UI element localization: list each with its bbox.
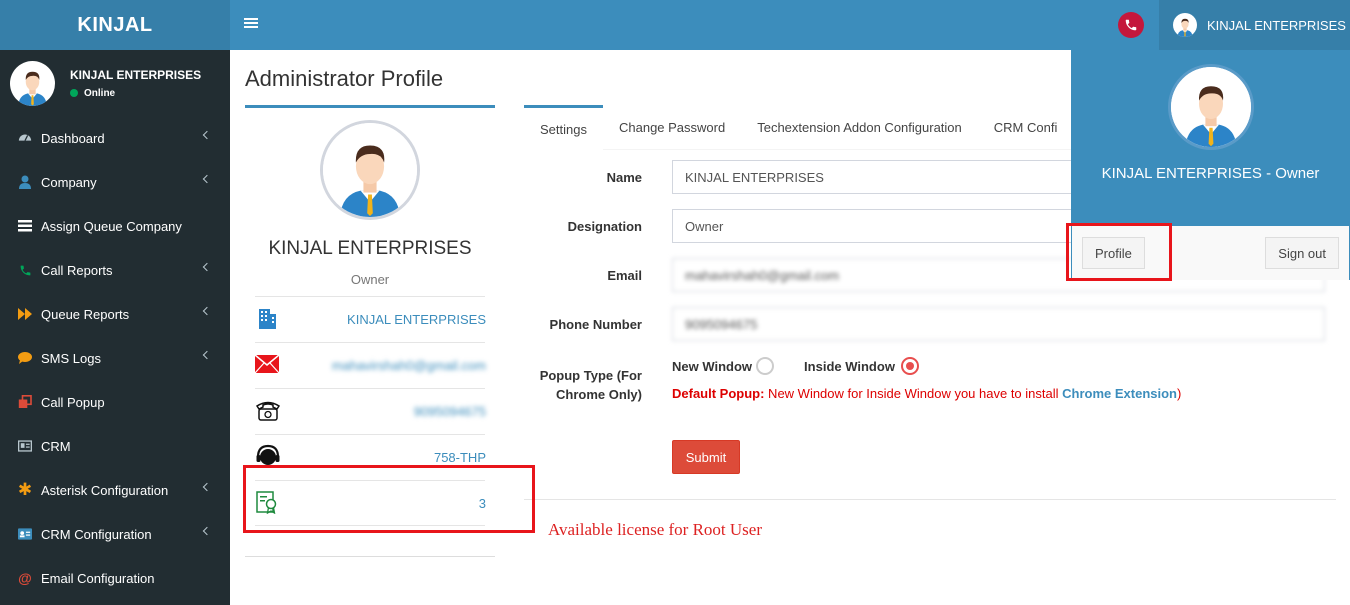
profile-company: KINJAL ENTERPRISES [347, 312, 486, 327]
inside-window-radio[interactable] [900, 357, 919, 375]
note-text: New Window for Inside Window you have to… [764, 386, 1063, 401]
profile-email-row: mahavirshah0@gmail.com [254, 342, 486, 388]
popup-type-radio-group: New Window Inside Window [672, 357, 919, 375]
dropdown-user-name: KINJAL ENTERPRISES - Owner [1101, 165, 1320, 182]
profile-highlight-box [1066, 223, 1172, 281]
sidebar-item-crm-configuration[interactable]: CRM Configuration [0, 512, 230, 556]
tab-techextension-addon-configuration[interactable]: Techextension Addon Configuration [741, 105, 978, 150]
status-label: Online [84, 87, 116, 99]
phone-label: Phone Number [549, 317, 642, 332]
profile-phone-row: 9095094675 [255, 388, 486, 434]
sidebar-item-call-popup[interactable]: Call Popup [0, 380, 230, 424]
app-logo[interactable]: KINJAL [0, 0, 230, 50]
sidebar-user-panel: KINJAL ENTERPRISES Online [0, 50, 230, 116]
new-window-radio[interactable] [756, 357, 775, 375]
sidebar-item-company[interactable]: Company [0, 160, 230, 204]
tab-settings[interactable]: Settings [524, 105, 603, 150]
tab-crm-configuration[interactable]: CRM Confi [978, 105, 1074, 150]
default-popup-note: Default Popup: New Window for Inside Win… [672, 386, 1181, 401]
profile-extension: 758-THP [433, 450, 486, 465]
sidebar-item-label: Queue Reports [41, 306, 130, 322]
sidebar-item-call-reports[interactable]: Call Reports [0, 248, 230, 292]
avatar [320, 120, 420, 220]
building-icon [255, 306, 279, 333]
chevron-left-icon [202, 482, 212, 492]
sidebar-item-label: SMS Logs [41, 350, 101, 366]
profile-role: Owner [350, 272, 390, 287]
phone-icon [18, 263, 32, 277]
address-card-icon [18, 527, 32, 541]
tab-change-password[interactable]: Change Password [603, 105, 741, 150]
user-menu-toggle[interactable]: KINJAL ENTERPRISES [1159, 0, 1350, 50]
sidebar-item-label: CRM Configuration [41, 526, 152, 542]
license-highlight-box [243, 465, 535, 533]
sidebar-item-dashboard[interactable]: Dashboard [0, 116, 230, 160]
sidebar-item-email-configuration[interactable]: @ Email Configuration [0, 556, 230, 600]
popup-type-label: Popup Type (For Chrome Only) [524, 366, 642, 404]
comment-icon [18, 351, 32, 365]
phone-icon[interactable] [1118, 12, 1144, 38]
sidebar-item-label: Email Configuration [41, 570, 155, 586]
chevron-left-icon [202, 130, 212, 140]
sidebar-item-label: Company [41, 174, 97, 190]
sidebar-item-label: Dashboard [41, 130, 105, 146]
inside-window-label: Inside Window [804, 358, 895, 374]
list-icon [18, 219, 32, 233]
email-label: Email [607, 268, 642, 283]
sidebar-item-asterisk-configuration[interactable]: ✱ Asterisk Configuration [0, 468, 230, 512]
chevron-left-icon [202, 306, 212, 316]
envelope-icon [254, 354, 280, 376]
fast-forward-icon [18, 307, 32, 321]
avatar [1173, 13, 1197, 37]
sidebar-item-crm[interactable]: CRM [0, 424, 230, 468]
chevron-left-icon [202, 526, 212, 536]
at-icon: @ [18, 570, 32, 586]
sidebar-item-label: Call Reports [41, 262, 113, 278]
note-prefix: Default Popup: [672, 386, 765, 401]
submit-button[interactable]: Submit [672, 440, 740, 474]
profile-email: mahavirshah0@gmail.com [331, 358, 486, 373]
profile-phone: 9095094675 [413, 404, 486, 419]
avatar [1168, 64, 1254, 150]
online-status: Online [70, 88, 201, 99]
chevron-left-icon [202, 350, 212, 360]
user-menu-name: KINJAL ENTERPRISES [1207, 17, 1346, 33]
chevron-left-icon [202, 174, 212, 184]
page-title: Administrator Profile [245, 66, 444, 91]
sidebar-item-assign-queue-company[interactable]: Assign Queue Company [0, 204, 230, 248]
popup-type-label-line2: Chrome Only) [556, 387, 642, 402]
sidebar-item-label: Call Popup [41, 394, 105, 410]
user-icon [18, 175, 32, 189]
name-label: Name [606, 170, 642, 185]
sidebar-item-label: Asterisk Configuration [41, 482, 169, 498]
sidebar-item-label: Assign Queue Company [41, 218, 182, 234]
phone-field[interactable] [672, 307, 1325, 341]
profile-company-row: KINJAL ENTERPRISES [255, 296, 486, 342]
dashboard-icon [18, 131, 32, 145]
sign-out-button[interactable]: Sign out [1265, 237, 1339, 269]
avatar [10, 61, 55, 106]
note-suffix: ) [1176, 386, 1182, 401]
sidebar-item-label: CRM [41, 438, 71, 454]
license-annotation: Available license for Root User [548, 520, 763, 539]
designation-label: Designation [567, 219, 642, 234]
sidebar-user-name: KINJAL ENTERPRISES [70, 67, 202, 82]
new-window-label: New Window [672, 358, 753, 374]
online-dot-icon [70, 89, 78, 97]
popup-type-label-line1: Popup Type (For [539, 368, 642, 383]
sidebar-item-queue-reports[interactable]: Queue Reports [0, 292, 230, 336]
chevron-left-icon [202, 262, 212, 272]
popup-icon [18, 395, 32, 409]
asterisk-icon: ✱ [17, 480, 33, 499]
profile-name: KINJAL ENTERPRISES [268, 238, 472, 259]
top-navbar: KINJAL ENTERPRISES [230, 0, 1350, 50]
sidebar: KINJAL ENTERPRISES Online Dashboard Comp… [0, 50, 230, 605]
id-card-icon [18, 439, 32, 453]
chrome-extension-link[interactable]: Chrome Extension [1062, 386, 1177, 401]
telephone-icon [255, 399, 281, 424]
sidebar-toggle-icon[interactable] [244, 16, 258, 30]
sidebar-item-sms-logs[interactable]: SMS Logs [0, 336, 230, 380]
